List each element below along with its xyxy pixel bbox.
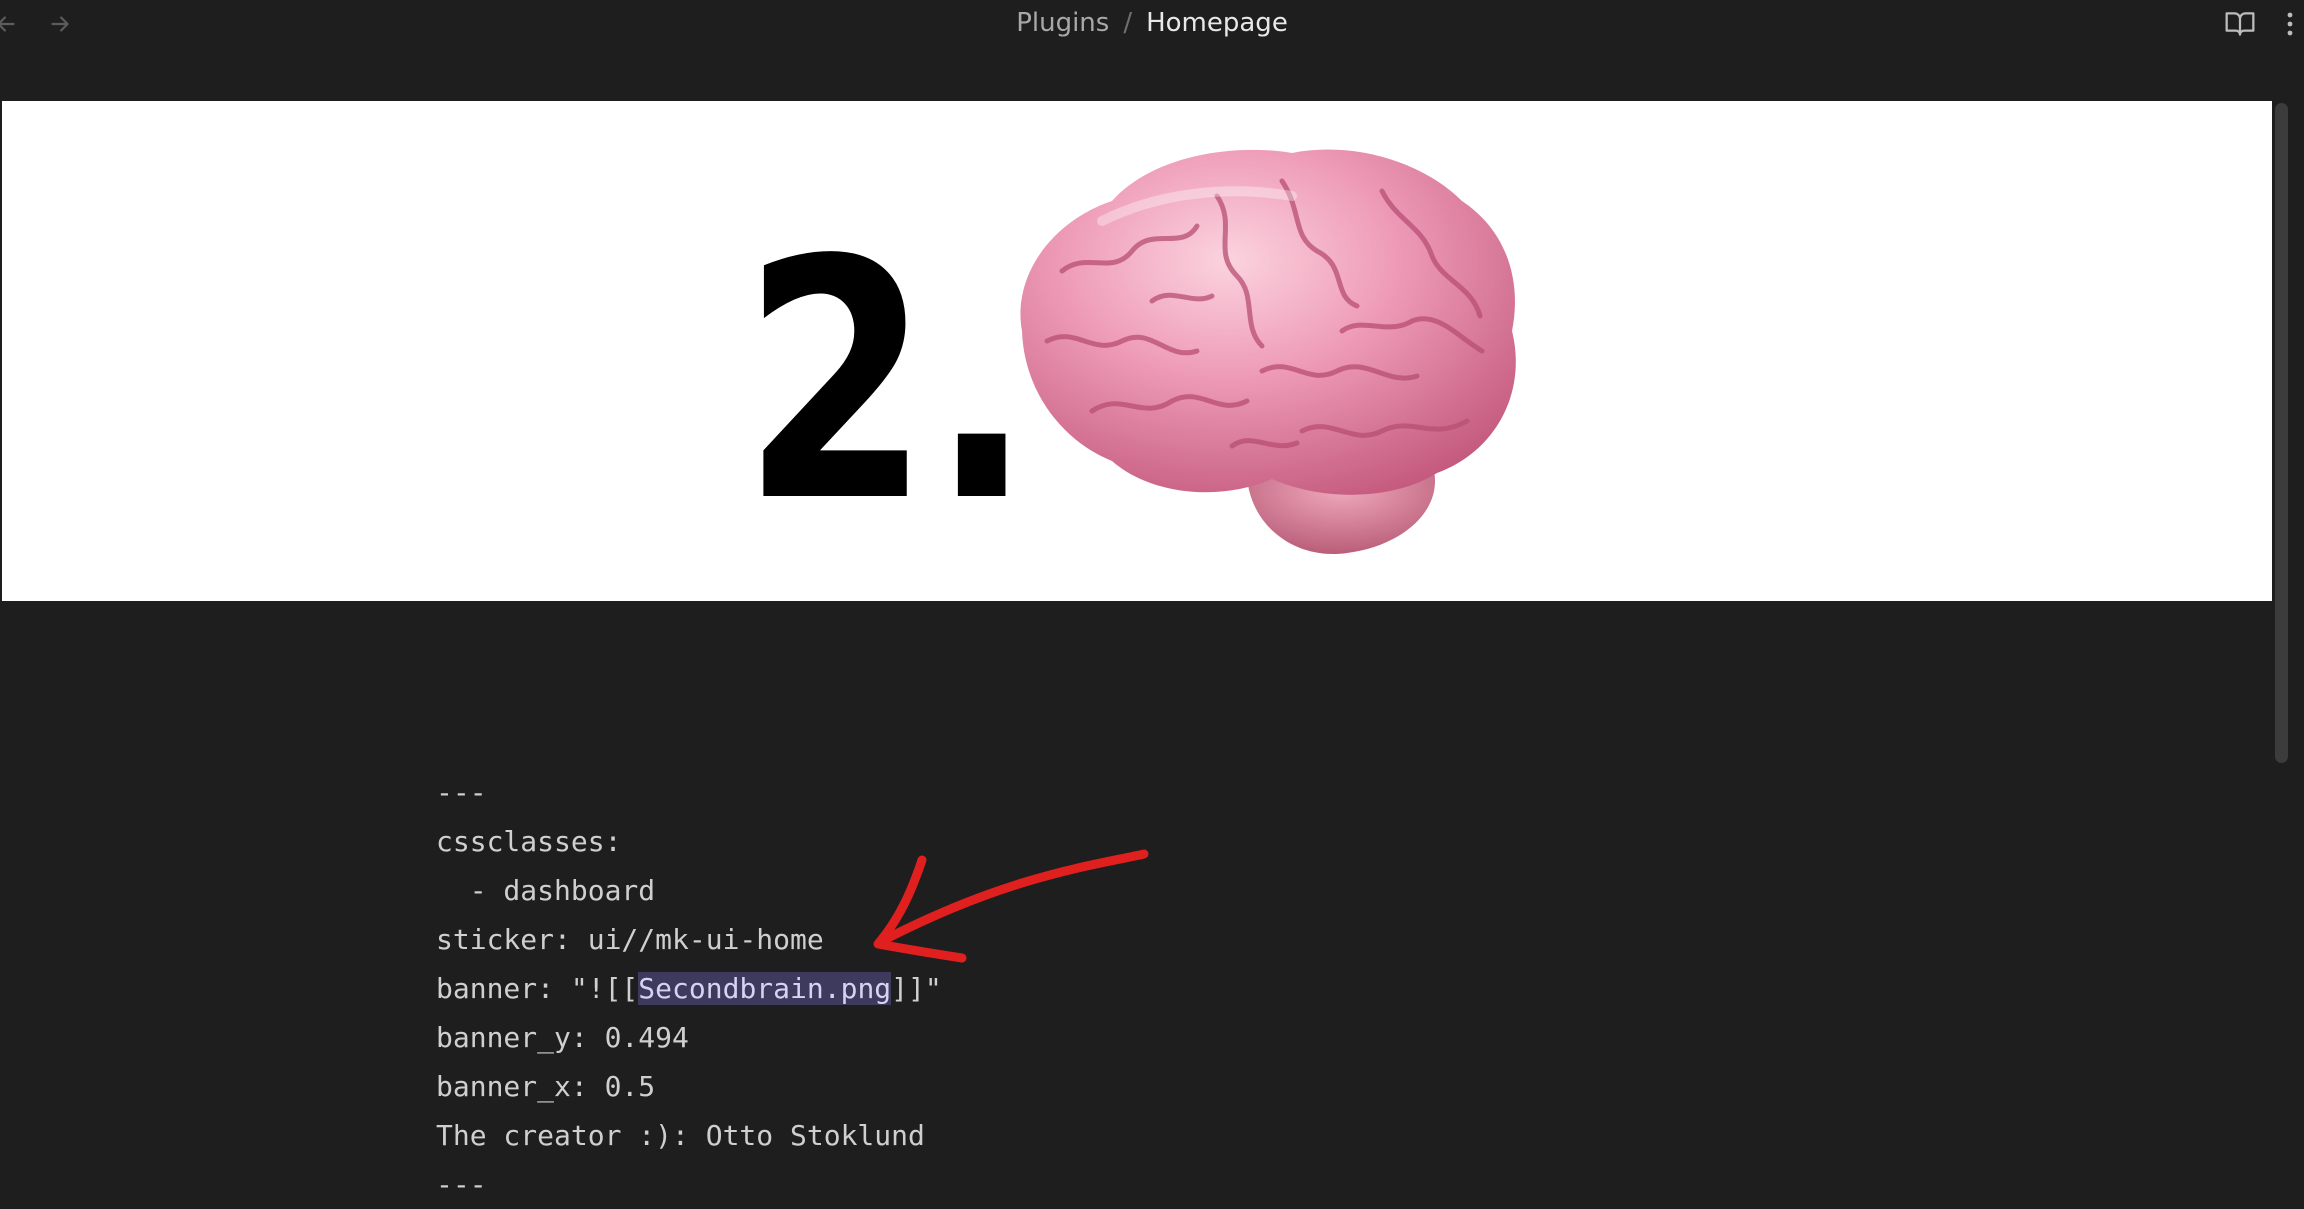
more-options-button[interactable]	[2276, 4, 2304, 44]
breadcrumb: Plugins / Homepage	[0, 6, 2304, 40]
scrollbar[interactable]	[2275, 103, 2288, 763]
frontmatter-line: The creator :): Otto Stoklund	[436, 1119, 925, 1152]
brain-image	[1020, 149, 1516, 555]
breadcrumb-current[interactable]: Homepage	[1146, 8, 1288, 38]
frontmatter-line: sticker: ui//mk-ui-home	[436, 923, 824, 956]
book-open-icon	[2225, 12, 2255, 36]
frontmatter-line: banner_x: 0.5	[436, 1070, 656, 1103]
selected-filename[interactable]: Secondbrain.png	[638, 972, 892, 1005]
banner-line-prefix: banner: "![[	[436, 972, 639, 1005]
reading-view-button[interactable]	[2220, 4, 2260, 44]
frontmatter-line: ---	[436, 776, 487, 809]
frontmatter-line: ---	[436, 1168, 487, 1201]
frontmatter-banner-line: banner: "![[Secondbrain.png]]"	[436, 964, 1836, 1013]
more-vertical-icon	[2287, 12, 2293, 36]
frontmatter-line: banner_y: 0.494	[436, 1021, 689, 1054]
banner-line-suffix: ]]"	[891, 972, 942, 1005]
breadcrumb-separator: /	[1123, 8, 1133, 38]
breadcrumb-parent[interactable]: Plugins	[1016, 8, 1109, 38]
frontmatter-line: cssclasses:	[436, 825, 622, 858]
title-bar: Plugins / Homepage	[0, 0, 2304, 100]
banner-number-text: 2.	[742, 191, 1033, 575]
note-banner: 2.	[2, 101, 2272, 601]
frontmatter-editor[interactable]: --- cssclasses: - dashboard sticker: ui/…	[436, 768, 1836, 1209]
frontmatter-line: - dashboard	[436, 874, 656, 907]
